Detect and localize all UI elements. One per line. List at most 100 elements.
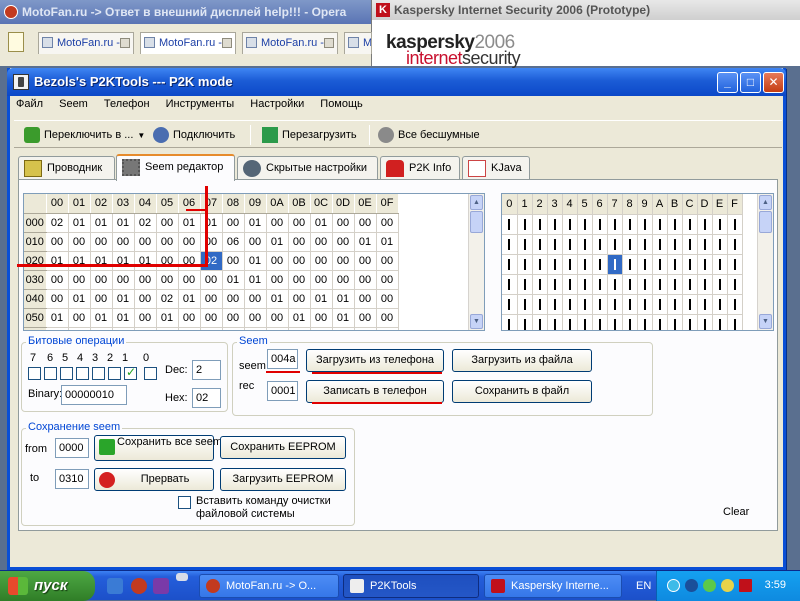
hex-cell[interactable]: 00 — [266, 327, 289, 330]
bit-cell[interactable] — [712, 254, 728, 275]
hex-cell[interactable]: 00 — [46, 270, 69, 290]
bit-cell[interactable] — [577, 314, 593, 330]
bit-cell[interactable] — [682, 234, 698, 255]
hex-cell[interactable]: 01 — [266, 232, 289, 252]
tab-kjava[interactable]: KJava — [462, 156, 530, 180]
hex-cell[interactable]: 00 — [156, 232, 179, 252]
bit-cell[interactable] — [682, 254, 698, 275]
hex-cell[interactable]: 00 — [222, 289, 245, 309]
bit-cell[interactable] — [532, 274, 548, 295]
bit-cell[interactable] — [577, 294, 593, 315]
hex-cell[interactable]: 00 — [288, 270, 311, 290]
hex-cell[interactable]: 00 — [68, 270, 91, 290]
hex-cell[interactable]: 00 — [332, 213, 355, 233]
bit-cell[interactable] — [562, 314, 578, 330]
bit-cell[interactable] — [502, 254, 518, 275]
bit-cell[interactable] — [712, 314, 728, 330]
hex-cell[interactable]: 01 — [112, 213, 135, 233]
network-icon[interactable] — [667, 579, 680, 592]
bit-cell[interactable] — [532, 214, 548, 235]
hex-cell[interactable]: 00 — [244, 232, 267, 252]
hex-cell[interactable]: 00 — [68, 308, 91, 328]
tray-app-icon[interactable] — [721, 579, 734, 592]
bit-cell[interactable] — [712, 214, 728, 235]
tab-hidden-settings[interactable]: Скрытые настройки — [237, 156, 378, 180]
clear-label[interactable]: Clear — [723, 506, 749, 518]
binary-field[interactable]: 00000010 — [61, 385, 127, 405]
bit-cell[interactable] — [622, 314, 638, 330]
bit-cell[interactable] — [592, 294, 608, 315]
bit-cell[interactable] — [592, 214, 608, 235]
hex-cell[interactable]: 00 — [376, 327, 399, 330]
bit-cell[interactable] — [652, 274, 668, 295]
hex-cell[interactable]: 00 — [310, 232, 333, 252]
bit-cell[interactable] — [562, 214, 578, 235]
hex-cell[interactable]: 00 — [200, 232, 223, 252]
hex-cell[interactable]: 00 — [112, 232, 135, 252]
bit-cell[interactable] — [697, 214, 713, 235]
hex-cell[interactable]: 01 — [354, 232, 377, 252]
hex-cell[interactable]: 02 — [134, 213, 157, 233]
minimize-button[interactable]: _ — [717, 72, 738, 93]
hex-cell[interactable]: 00 — [178, 308, 201, 328]
bit-cell[interactable] — [727, 214, 743, 235]
menu-settings[interactable]: Настройки — [248, 98, 306, 110]
scroll-up-icon[interactable]: ▲ — [759, 195, 772, 210]
hex-cell[interactable]: 00 — [134, 289, 157, 309]
menu-file[interactable]: Файл — [14, 98, 45, 110]
hex-cell[interactable]: 00 — [310, 308, 333, 328]
menu-seem[interactable]: Seem — [57, 98, 90, 110]
ie-quicklaunch-icon[interactable] — [107, 578, 123, 594]
hex-cell[interactable]: 00 — [90, 289, 113, 309]
bit-cell[interactable] — [697, 234, 713, 255]
bit-cell[interactable] — [577, 234, 593, 255]
tab-p2k-info[interactable]: P2K Info — [380, 156, 460, 180]
bit-cell[interactable] — [622, 294, 638, 315]
bit-cell[interactable] — [607, 254, 623, 275]
bit-cell[interactable] — [592, 234, 608, 255]
hex-cell[interactable]: 01 — [112, 308, 135, 328]
hex-cell[interactable]: 00 — [178, 232, 201, 252]
window-titlebar[interactable]: Bezols's P2KTools --- P2K mode _ □ ✕ — [7, 68, 786, 96]
hex-cell[interactable]: 00 — [90, 232, 113, 252]
bit-cell[interactable] — [622, 234, 638, 255]
bit-cell[interactable] — [622, 274, 638, 295]
show-desktop-icon[interactable] — [176, 573, 188, 581]
bit-cell[interactable] — [682, 294, 698, 315]
new-page-icon[interactable] — [8, 32, 24, 52]
bit-cell[interactable] — [502, 234, 518, 255]
hex-cell[interactable]: 00 — [156, 327, 179, 330]
menu-phone[interactable]: Телефон — [102, 98, 152, 110]
bit-cell[interactable] — [607, 314, 623, 330]
bit-cell[interactable] — [697, 294, 713, 315]
bit-checkbox-1[interactable] — [124, 365, 137, 380]
hex-cell[interactable]: 01 — [200, 213, 223, 233]
bit-cell[interactable] — [712, 274, 728, 295]
bit-cell[interactable] — [682, 314, 698, 330]
bit-cell[interactable] — [712, 294, 728, 315]
hex-cell[interactable]: 00 — [222, 327, 245, 330]
hex-cell[interactable]: 00 — [310, 270, 333, 290]
hex-cell[interactable]: 00 — [266, 270, 289, 290]
bit-cell[interactable] — [637, 314, 653, 330]
hex-cell[interactable]: 02 — [156, 289, 179, 309]
hex-cell[interactable]: 00 — [376, 270, 399, 290]
hex-cell[interactable]: 00 — [68, 232, 91, 252]
bit-checkbox-3[interactable] — [92, 367, 105, 380]
bit-cell[interactable] — [592, 254, 608, 275]
bit-cell[interactable] — [607, 214, 623, 235]
hex-cell[interactable]: 01 — [376, 232, 399, 252]
hex-field[interactable]: 02 — [192, 388, 221, 408]
browser-tab[interactable]: MotoFan.ru -... — [38, 32, 134, 54]
hex-cell[interactable]: 00 — [332, 251, 355, 271]
hex-cell[interactable]: 00 — [112, 270, 135, 290]
hex-cell[interactable]: 00 — [46, 289, 69, 309]
bit-checkbox-2[interactable] — [108, 367, 121, 380]
hex-cell[interactable]: 00 — [178, 251, 201, 271]
bit-cell[interactable] — [637, 234, 653, 255]
close-button[interactable]: ✕ — [763, 72, 784, 93]
dec-field[interactable]: 2 — [192, 360, 221, 380]
bit-cell[interactable] — [682, 214, 698, 235]
bit-cell[interactable] — [652, 214, 668, 235]
hex-cell[interactable]: 00 — [134, 308, 157, 328]
